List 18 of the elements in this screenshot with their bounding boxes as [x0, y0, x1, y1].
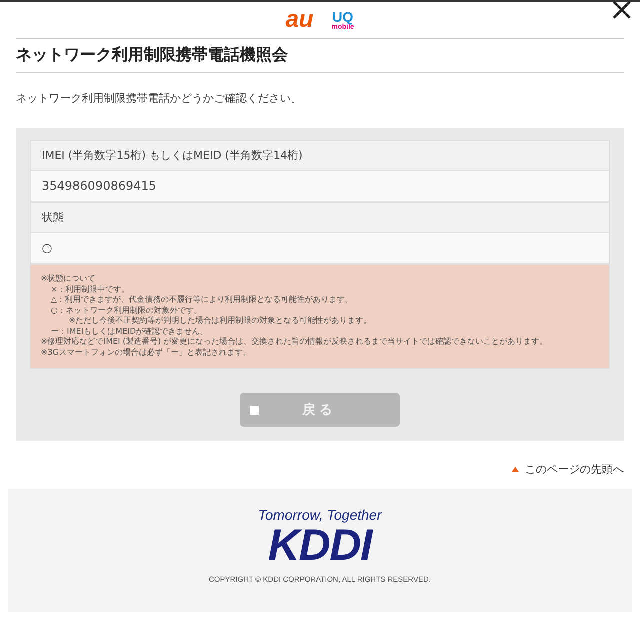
kddi-logo: KDDI: [268, 523, 372, 569]
close-icon[interactable]: [612, 0, 632, 20]
note-text: ※修理対応などでIMEI (製造番号) が変更になった場合は、交換された旨の情報が反映されるまで当サイトでは確認できないことがあります。: [41, 337, 549, 348]
note-text: ×：利用制限中です。: [50, 284, 131, 295]
page-title: ネットワーク利用制限携帯電話機照会: [16, 43, 624, 73]
up-triangle-icon: [512, 466, 519, 472]
note-text: ※3Gスマートフォンの場合は必ず「ー」と表記されます。: [41, 348, 252, 358]
note-text: ー：IMEIもしくはMEIDが確認できません。: [50, 326, 210, 337]
tagline: Tomorrow, Together: [258, 507, 382, 523]
note-text: ※ただし今後不正契約等が判明した場合は利用制限の対象となる可能性があります。: [68, 316, 373, 326]
field-label: 状態: [31, 203, 609, 233]
note-text: ○：ネットワーク利用制限の対象外です。: [50, 306, 203, 316]
field-label: IMEI (半角数字15桁) もしくはMEID (半角数字14桁): [31, 141, 609, 171]
au-logo: au: [286, 8, 314, 32]
note-text: △：利用できますが、代金債務の不履行等により利用制限となる可能性があります。: [50, 295, 354, 306]
intro-text: ネットワーク利用制限携帯電話かどうかご確認ください。: [16, 91, 303, 106]
page-top-link[interactable]: このページの先頭へ: [525, 462, 624, 476]
note-text: ※状態について: [41, 274, 97, 284]
